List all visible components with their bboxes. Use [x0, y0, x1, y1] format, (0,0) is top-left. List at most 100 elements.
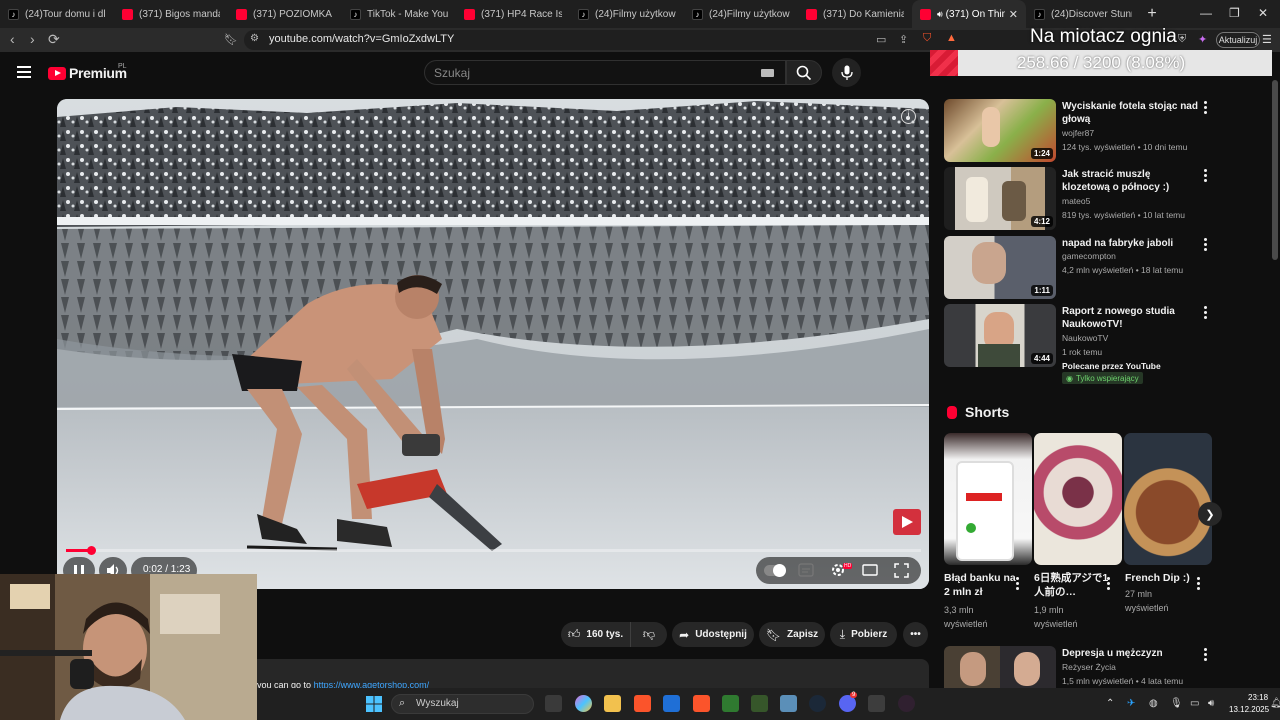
- browser-tab[interactable]: ♪(24)Discover Stunning: [1026, 0, 1140, 28]
- tray-volume-icon[interactable]: 🔊︎: [1208, 698, 1214, 709]
- browser-tab[interactable]: (371) POZIOMKA 13 -: [228, 0, 342, 28]
- tray-display-icon[interactable]: ▭: [1190, 698, 1199, 709]
- tray-overflow-icon[interactable]: ⌃: [1106, 698, 1114, 709]
- search-input[interactable]: [424, 60, 786, 85]
- share-button[interactable]: ➦ Udostępnij: [672, 622, 754, 647]
- more-vertical-icon[interactable]: [1204, 648, 1208, 663]
- recommendation-item[interactable]: Depresja u mężczyzn Reżyser Życia 1,5 ml…: [944, 646, 1214, 688]
- video-player[interactable]: [57, 99, 929, 589]
- youtube-premium-logo[interactable]: Premium: [48, 65, 127, 81]
- keyboard-icon[interactable]: [761, 69, 774, 77]
- video-title[interactable]: Wyciskanie fotela stojąc nad głową: [1062, 100, 1198, 126]
- browser-tab-active[interactable]: 🔊︎(371) On Thin I✕: [912, 0, 1026, 28]
- reload-icon[interactable]: ⟳: [48, 31, 60, 48]
- video-thumbnail[interactable]: [944, 646, 1056, 688]
- channel-name[interactable]: gamecompton: [1062, 251, 1116, 261]
- short-title[interactable]: Błąd banku na 2 mln zł: [944, 571, 1020, 599]
- new-tab-button[interactable]: +: [1140, 5, 1164, 23]
- short-title[interactable]: French Dip :): [1125, 571, 1201, 585]
- video-title[interactable]: Raport z nowego studia NaukowoTV!: [1062, 305, 1198, 331]
- leo-ai-icon[interactable]: ✦: [1198, 33, 1207, 46]
- like-button[interactable]: 👍︎ 160 tys.: [561, 622, 630, 647]
- app-icon[interactable]: [898, 695, 915, 712]
- recommendation-item[interactable]: 4:12 Jak stracić muszlę klozetową o półn…: [944, 167, 1214, 231]
- channel-name[interactable]: NaukowoTV: [1062, 333, 1108, 343]
- nvidia-icon[interactable]: [722, 695, 739, 712]
- more-vertical-icon[interactable]: [1204, 169, 1208, 184]
- brave-active-icon[interactable]: [693, 695, 710, 712]
- task-view-icon[interactable]: [545, 695, 562, 712]
- video-thumbnail[interactable]: 1:24: [944, 99, 1056, 162]
- recommendation-item[interactable]: 1:24 Wyciskanie fotela stojąc nad głową …: [944, 99, 1214, 163]
- browser-tab[interactable]: ♪(24)Filmy użytkownika: [684, 0, 798, 28]
- video-thumbnail[interactable]: 1:11: [944, 236, 1056, 299]
- voice-search-button[interactable]: [832, 58, 861, 87]
- site-settings-icon[interactable]: ⚙: [250, 33, 259, 44]
- video-title[interactable]: Jak stracić muszlę klozetową o północy :…: [1062, 168, 1198, 194]
- update-button[interactable]: Aktualizuj: [1216, 32, 1260, 48]
- minimize-icon[interactable]: —: [1200, 6, 1212, 20]
- steam-icon[interactable]: [809, 695, 826, 712]
- forward-icon[interactable]: ›: [30, 31, 35, 47]
- search-button[interactable]: [786, 60, 822, 85]
- shorts-next-button[interactable]: ❯: [1198, 502, 1222, 526]
- channel-name[interactable]: Reżyser Życia: [1062, 662, 1116, 672]
- close-tab-icon[interactable]: ✕: [1009, 8, 1018, 21]
- video-thumbnail[interactable]: 4:12: [944, 167, 1056, 230]
- brave-shield-icon[interactable]: ⛉: [923, 32, 931, 45]
- windows-start-icon[interactable]: [366, 696, 382, 712]
- fullscreen-icon[interactable]: [894, 563, 909, 578]
- browser-tab[interactable]: ♪(24)Filmy użytkownika: [570, 0, 684, 28]
- microsoft-store-icon[interactable]: [663, 695, 680, 712]
- progress-scrubber[interactable]: [86, 546, 96, 555]
- more-vertical-icon[interactable]: [1204, 238, 1208, 253]
- progress-bar[interactable]: [66, 549, 921, 552]
- video-thumbnail[interactable]: 4:44: [944, 304, 1056, 367]
- cast-icon[interactable]: ▭: [876, 33, 886, 46]
- file-explorer-icon[interactable]: [604, 695, 621, 712]
- browser-tab[interactable]: ♪TikTok - Make Your Da: [342, 0, 456, 28]
- share-icon[interactable]: ⇪: [899, 33, 908, 46]
- video-title[interactable]: Depresja u mężczyzn: [1062, 647, 1198, 660]
- channel-name[interactable]: wojfer87: [1062, 128, 1094, 138]
- save-button[interactable]: 🔖︎ Zapisz: [759, 622, 825, 647]
- minecraft-icon[interactable]: [751, 695, 768, 712]
- clock-date[interactable]: 13.12.2025: [1229, 705, 1269, 714]
- tray-vpn-icon[interactable]: ◍: [1149, 698, 1158, 709]
- taskbar-search[interactable]: [391, 694, 534, 714]
- vpn-icon[interactable]: ⛨: [1178, 33, 1186, 46]
- obs-icon[interactable]: [868, 695, 885, 712]
- short-thumbnail[interactable]: [944, 433, 1032, 565]
- tray-microphone-icon[interactable]: 🎙︎: [1170, 698, 1183, 709]
- more-vertical-icon[interactable]: [1197, 577, 1201, 592]
- browser-tab[interactable]: (371) HP4 Race Isle of: [456, 0, 570, 28]
- more-vertical-icon[interactable]: [1204, 101, 1208, 116]
- brave-rewards-icon[interactable]: ▲: [946, 32, 957, 44]
- more-vertical-icon[interactable]: [1204, 306, 1208, 321]
- more-vertical-icon[interactable]: [1016, 577, 1020, 592]
- back-icon[interactable]: ‹: [10, 31, 15, 47]
- autoplay-toggle[interactable]: [764, 564, 786, 577]
- browser-tab[interactable]: (371) Do Kamienia Pon: [798, 0, 912, 28]
- short-thumbnail[interactable]: [1124, 433, 1212, 565]
- window-close-icon[interactable]: ✕: [1258, 6, 1268, 20]
- clock-time[interactable]: 23:18: [1248, 693, 1268, 702]
- copilot-icon[interactable]: [575, 695, 592, 712]
- tray-app-icon[interactable]: ✈: [1127, 698, 1135, 709]
- recommendation-item[interactable]: 1:11 napad na fabryke jaboli gamecompton…: [944, 236, 1214, 300]
- browser-tab[interactable]: (371) Bigos mandaryn: [114, 0, 228, 28]
- subtitles-icon[interactable]: [798, 563, 814, 577]
- info-icon[interactable]: i: [901, 109, 916, 124]
- download-button[interactable]: ⤓ Pobierz: [830, 622, 897, 647]
- maximize-icon[interactable]: ❐: [1229, 6, 1240, 20]
- short-thumbnail[interactable]: [1034, 433, 1122, 565]
- more-actions-button[interactable]: •••: [903, 622, 928, 647]
- channel-name[interactable]: mateo5: [1062, 196, 1090, 206]
- notifications-icon[interactable]: 🔔︎: [1270, 698, 1280, 709]
- video-title[interactable]: napad na fabryke jaboli: [1062, 237, 1198, 250]
- more-vertical-icon[interactable]: [1107, 577, 1111, 592]
- browser-tab[interactable]: ♪(24)Tour domu i dlacze: [0, 0, 114, 28]
- theater-mode-icon[interactable]: [862, 563, 878, 577]
- bookmark-icon[interactable]: 🔖︎: [224, 33, 238, 46]
- menu-icon[interactable]: ☰: [1262, 33, 1272, 46]
